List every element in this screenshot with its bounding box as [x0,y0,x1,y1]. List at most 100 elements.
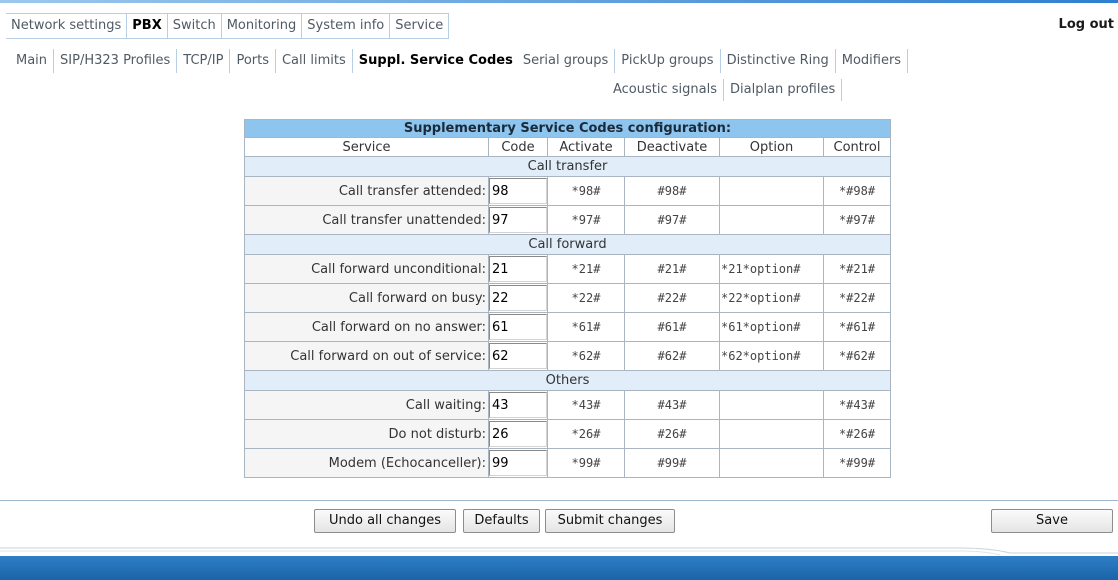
control-code: *#61# [823,312,891,342]
service-label: Call forward unconditional: [244,254,489,284]
menu-switch[interactable]: Switch [168,14,222,38]
table-row: Do not disturb: *26# #26# *#26# [244,419,891,449]
option-code: *61*option# [719,312,824,342]
tab-pickup-groups[interactable]: PickUp groups [615,49,721,73]
bottom-divider [0,500,1118,501]
control-code: *#98# [823,176,891,206]
code-input-call-forward-no-answer[interactable] [489,314,547,340]
section-call-forward: Call forward [244,234,891,255]
service-label: Call forward on out of service: [244,341,489,371]
code-input-modem-echocanceller[interactable] [489,450,547,476]
header-control: Control [823,137,891,157]
option-code [719,176,824,206]
table-title: Supplementary Service Codes configuratio… [244,119,891,138]
option-code [719,419,824,449]
section-call-transfer: Call transfer [244,156,891,177]
tab-suppl-service-codes[interactable]: Suppl. Service Codes [353,49,517,73]
tab-dialplan-profiles[interactable]: Dialplan profiles [724,79,843,101]
tab-tcp-ip[interactable]: TCP/IP [177,49,231,73]
option-code: *21*option# [719,254,824,284]
service-label: Do not disturb: [244,419,489,449]
header-activate: Activate [547,137,625,157]
code-input-call-transfer-unattended[interactable] [489,207,547,233]
table-row: Call transfer attended: *98# #98# *#98# [244,176,891,206]
tab-call-limits[interactable]: Call limits [276,49,353,73]
section-others: Others [244,370,891,391]
activate-code: *99# [547,448,625,478]
activate-code: *97# [547,205,625,235]
table-row: Call forward on busy: *22# #22# *22*opti… [244,283,891,313]
top-accent-line [0,0,1118,3]
activate-code: *21# [547,254,625,284]
tab-sip-h323-profiles[interactable]: SIP/H323 Profiles [54,49,178,73]
header-service: Service [244,137,489,157]
control-code: *#62# [823,341,891,371]
footer-wave-decoration [0,547,1118,555]
defaults-button[interactable]: Defaults [463,509,540,533]
control-code: *#99# [823,448,891,478]
option-code [719,205,824,235]
code-input-do-not-disturb[interactable] [489,421,547,447]
deactivate-code: #62# [624,341,720,371]
submit-changes-button[interactable]: Submit changes [545,509,675,533]
table-row: Call forward on out of service: *62# #62… [244,341,891,371]
logout-link[interactable]: Log out [1059,13,1114,37]
service-label: Modem (Echocanceller): [244,448,489,478]
sub-menu-row-2: Acoustic signals Dialplan profiles [607,79,843,101]
footer-bar [0,556,1118,580]
deactivate-code: #97# [624,205,720,235]
undo-all-changes-button[interactable]: Undo all changes [314,509,456,533]
activate-code: *22# [547,283,625,313]
deactivate-code: #43# [624,390,720,420]
tab-serial-groups[interactable]: Serial groups [517,49,616,73]
control-code: *#21# [823,254,891,284]
menu-service[interactable]: Service [390,14,450,38]
tab-acoustic-signals[interactable]: Acoustic signals [607,79,724,101]
code-input-call-forward-on-busy[interactable] [489,285,547,311]
menu-system-info[interactable]: System info [302,14,391,38]
control-code: *#22# [823,283,891,313]
header-option: Option [719,137,824,157]
deactivate-code: #99# [624,448,720,478]
tab-distinctive-ring[interactable]: Distinctive Ring [721,49,836,73]
deactivate-code: #21# [624,254,720,284]
activate-code: *26# [547,419,625,449]
option-code: *22*option# [719,283,824,313]
code-input-call-transfer-attended[interactable] [489,178,547,204]
save-button[interactable]: Save [991,509,1113,533]
service-label: Call waiting: [244,390,489,420]
activate-code: *62# [547,341,625,371]
service-label: Call transfer unattended: [244,205,489,235]
code-input-call-forward-unconditional[interactable] [489,256,547,282]
option-code [719,390,824,420]
header-code: Code [488,137,548,157]
menu-network-settings[interactable]: Network settings [6,14,128,38]
service-label: Call forward on no answer: [244,312,489,342]
tab-ports[interactable]: Ports [230,49,276,73]
table-row: Call forward unconditional: *21# #21# *2… [244,254,891,284]
code-input-call-forward-out-of-service[interactable] [489,343,547,369]
control-code: *#43# [823,390,891,420]
service-label: Call forward on busy: [244,283,489,313]
menu-monitoring[interactable]: Monitoring [222,14,303,38]
table-row: Modem (Echocanceller): *99# #99# *#99# [244,448,891,478]
tab-main[interactable]: Main [10,49,55,73]
control-code: *#97# [823,205,891,235]
deactivate-code: #26# [624,419,720,449]
deactivate-code: #98# [624,176,720,206]
service-codes-table: Supplementary Service Codes configuratio… [244,119,891,478]
main-menu: Network settings PBX Switch Monitoring S… [6,13,450,39]
option-code: *62*option# [719,341,824,371]
activate-code: *43# [547,390,625,420]
activate-code: *61# [547,312,625,342]
sub-menu: Main SIP/H323 Profiles TCP/IP Ports Call… [10,49,909,73]
activate-code: *98# [547,176,625,206]
table-row: Call waiting: *43# #43# *#43# [244,390,891,420]
table-row: Call forward on no answer: *61# #61# *61… [244,312,891,342]
option-code [719,448,824,478]
service-label: Call transfer attended: [244,176,489,206]
menu-pbx[interactable]: PBX [127,14,168,38]
code-input-call-waiting[interactable] [489,392,547,418]
header-deactivate: Deactivate [624,137,720,157]
tab-modifiers[interactable]: Modifiers [836,49,909,73]
